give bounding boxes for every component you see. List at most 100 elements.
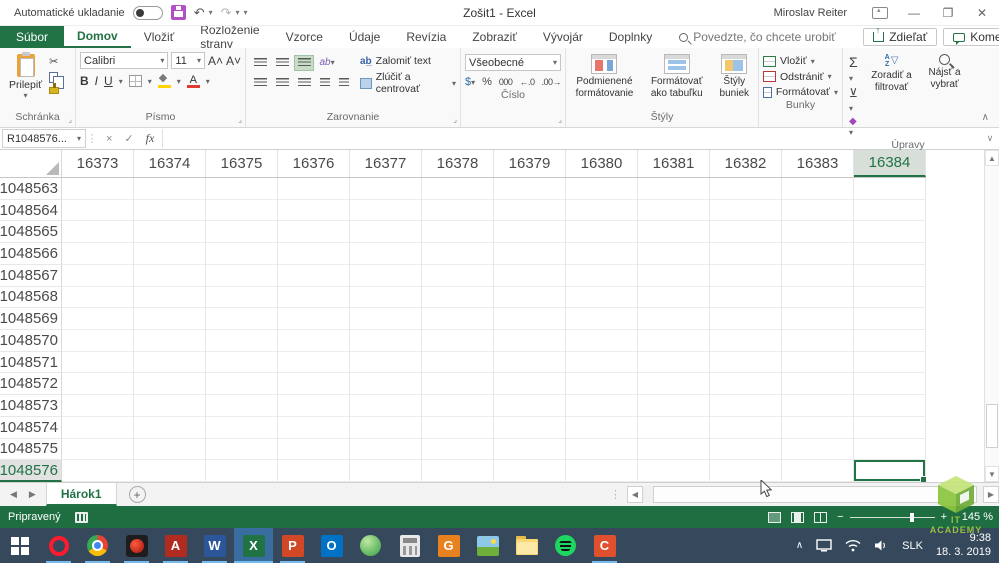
cell[interactable] [422, 330, 494, 352]
cell[interactable] [854, 330, 926, 352]
cell[interactable] [278, 221, 350, 243]
percent-style-icon[interactable]: % [482, 76, 492, 88]
autosave-toggle[interactable] [133, 6, 163, 20]
align-bottom-icon[interactable] [294, 55, 314, 71]
font-color-icon[interactable]: A [187, 74, 200, 88]
splitter-handle[interactable]: ⋮ [604, 488, 627, 501]
wifi-icon[interactable] [845, 539, 861, 552]
number-format-select[interactable]: Všeobecné▾ [465, 54, 561, 71]
cell[interactable] [278, 439, 350, 461]
cell[interactable] [62, 308, 134, 330]
cell[interactable] [854, 395, 926, 417]
underline-dropdown-icon[interactable]: ▾ [119, 77, 123, 86]
cell[interactable] [566, 439, 638, 461]
format-cells-button[interactable]: Formátovať▾ [763, 86, 838, 98]
cell[interactable] [710, 439, 782, 461]
vertical-scroll-thumb[interactable] [986, 404, 998, 448]
grow-font-icon[interactable]: A˄ [208, 54, 223, 68]
cell[interactable] [782, 287, 854, 309]
ribbon-display-options-button[interactable] [863, 0, 897, 25]
cell[interactable] [422, 417, 494, 439]
cell[interactable] [134, 287, 206, 309]
cell[interactable] [206, 221, 278, 243]
cell[interactable] [62, 460, 134, 482]
font-color-dropdown-icon[interactable]: ▾ [206, 77, 210, 86]
column-header[interactable]: 16384 [854, 150, 926, 177]
row-header[interactable]: 1048567 [0, 265, 62, 287]
cell[interactable] [278, 330, 350, 352]
cell[interactable] [62, 265, 134, 287]
tab-vložiť[interactable]: Vložiť [131, 26, 188, 48]
cell[interactable] [278, 352, 350, 374]
cell[interactable] [494, 200, 566, 222]
share-button[interactable]: Zdieľať [863, 28, 937, 46]
increase-decimal-icon[interactable]: ←.0 [519, 77, 534, 87]
insert-cells-button[interactable]: Vložiť▾ [763, 55, 838, 67]
cell[interactable] [782, 178, 854, 200]
cell[interactable] [350, 265, 422, 287]
cell[interactable] [350, 308, 422, 330]
cell[interactable] [782, 395, 854, 417]
cell[interactable] [134, 200, 206, 222]
confirm-entry-icon[interactable]: ✓ [124, 132, 133, 145]
cell[interactable] [350, 352, 422, 374]
cell[interactable] [62, 178, 134, 200]
close-button[interactable]: ✕ [965, 0, 999, 25]
cell[interactable] [206, 200, 278, 222]
tab-údaje[interactable]: Údaje [336, 26, 393, 48]
column-header[interactable]: 16379 [494, 150, 566, 177]
align-top-icon[interactable] [250, 55, 270, 71]
cell[interactable] [566, 287, 638, 309]
cell[interactable] [422, 373, 494, 395]
new-sheet-icon[interactable]: + [129, 486, 146, 503]
cell[interactable] [782, 243, 854, 265]
cell[interactable] [134, 265, 206, 287]
tab-revízia[interactable]: Revízia [393, 26, 459, 48]
cell[interactable] [422, 439, 494, 461]
align-center-icon[interactable] [272, 75, 292, 91]
cell[interactable] [782, 308, 854, 330]
cell[interactable] [350, 395, 422, 417]
insert-function-icon[interactable]: fx [146, 131, 155, 146]
zoom-thumb[interactable] [910, 513, 914, 522]
cell[interactable] [206, 352, 278, 374]
cell[interactable] [206, 287, 278, 309]
cell[interactable] [854, 243, 926, 265]
row-header[interactable]: 1048576 [0, 460, 62, 482]
row-header[interactable]: 1048565 [0, 221, 62, 243]
borders-icon[interactable] [129, 75, 142, 87]
cell[interactable] [206, 417, 278, 439]
cell[interactable] [638, 373, 710, 395]
taskbar-photos-icon[interactable] [468, 528, 507, 563]
cell[interactable] [62, 417, 134, 439]
bold-icon[interactable]: B [80, 74, 89, 88]
paste-dropdown-icon[interactable]: ▾ [24, 91, 28, 100]
save-icon[interactable] [171, 5, 186, 20]
cell[interactable] [206, 330, 278, 352]
cell[interactable] [422, 178, 494, 200]
cell[interactable] [566, 221, 638, 243]
cell[interactable] [710, 373, 782, 395]
name-box-dropdown-icon[interactable]: ▾ [77, 134, 81, 143]
font-size-select[interactable]: 11▾ [171, 52, 205, 69]
cell[interactable] [710, 308, 782, 330]
cell[interactable] [62, 200, 134, 222]
cell[interactable] [134, 417, 206, 439]
cell[interactable] [494, 178, 566, 200]
cell[interactable] [638, 221, 710, 243]
display-icon[interactable] [816, 539, 832, 552]
cell[interactable] [206, 395, 278, 417]
cell[interactable] [62, 287, 134, 309]
tab-domov[interactable]: Domov [64, 26, 131, 48]
dialog-launcher-icon[interactable]: ⌟ [238, 115, 242, 124]
previous-sheet-icon[interactable]: ◀ [10, 489, 17, 500]
search-input[interactable] [693, 30, 863, 44]
cell[interactable] [854, 178, 926, 200]
customize-qat-icon[interactable]: ▾ [244, 8, 248, 17]
taskbar-start-icon[interactable] [0, 528, 39, 563]
horizontal-scroll-thumb[interactable] [653, 486, 977, 503]
cell[interactable] [854, 308, 926, 330]
merge-center-button[interactable]: Zlúčiť a centrovať▾ [360, 71, 456, 95]
scroll-left-icon[interactable]: ◀ [627, 486, 643, 503]
cell[interactable] [350, 243, 422, 265]
